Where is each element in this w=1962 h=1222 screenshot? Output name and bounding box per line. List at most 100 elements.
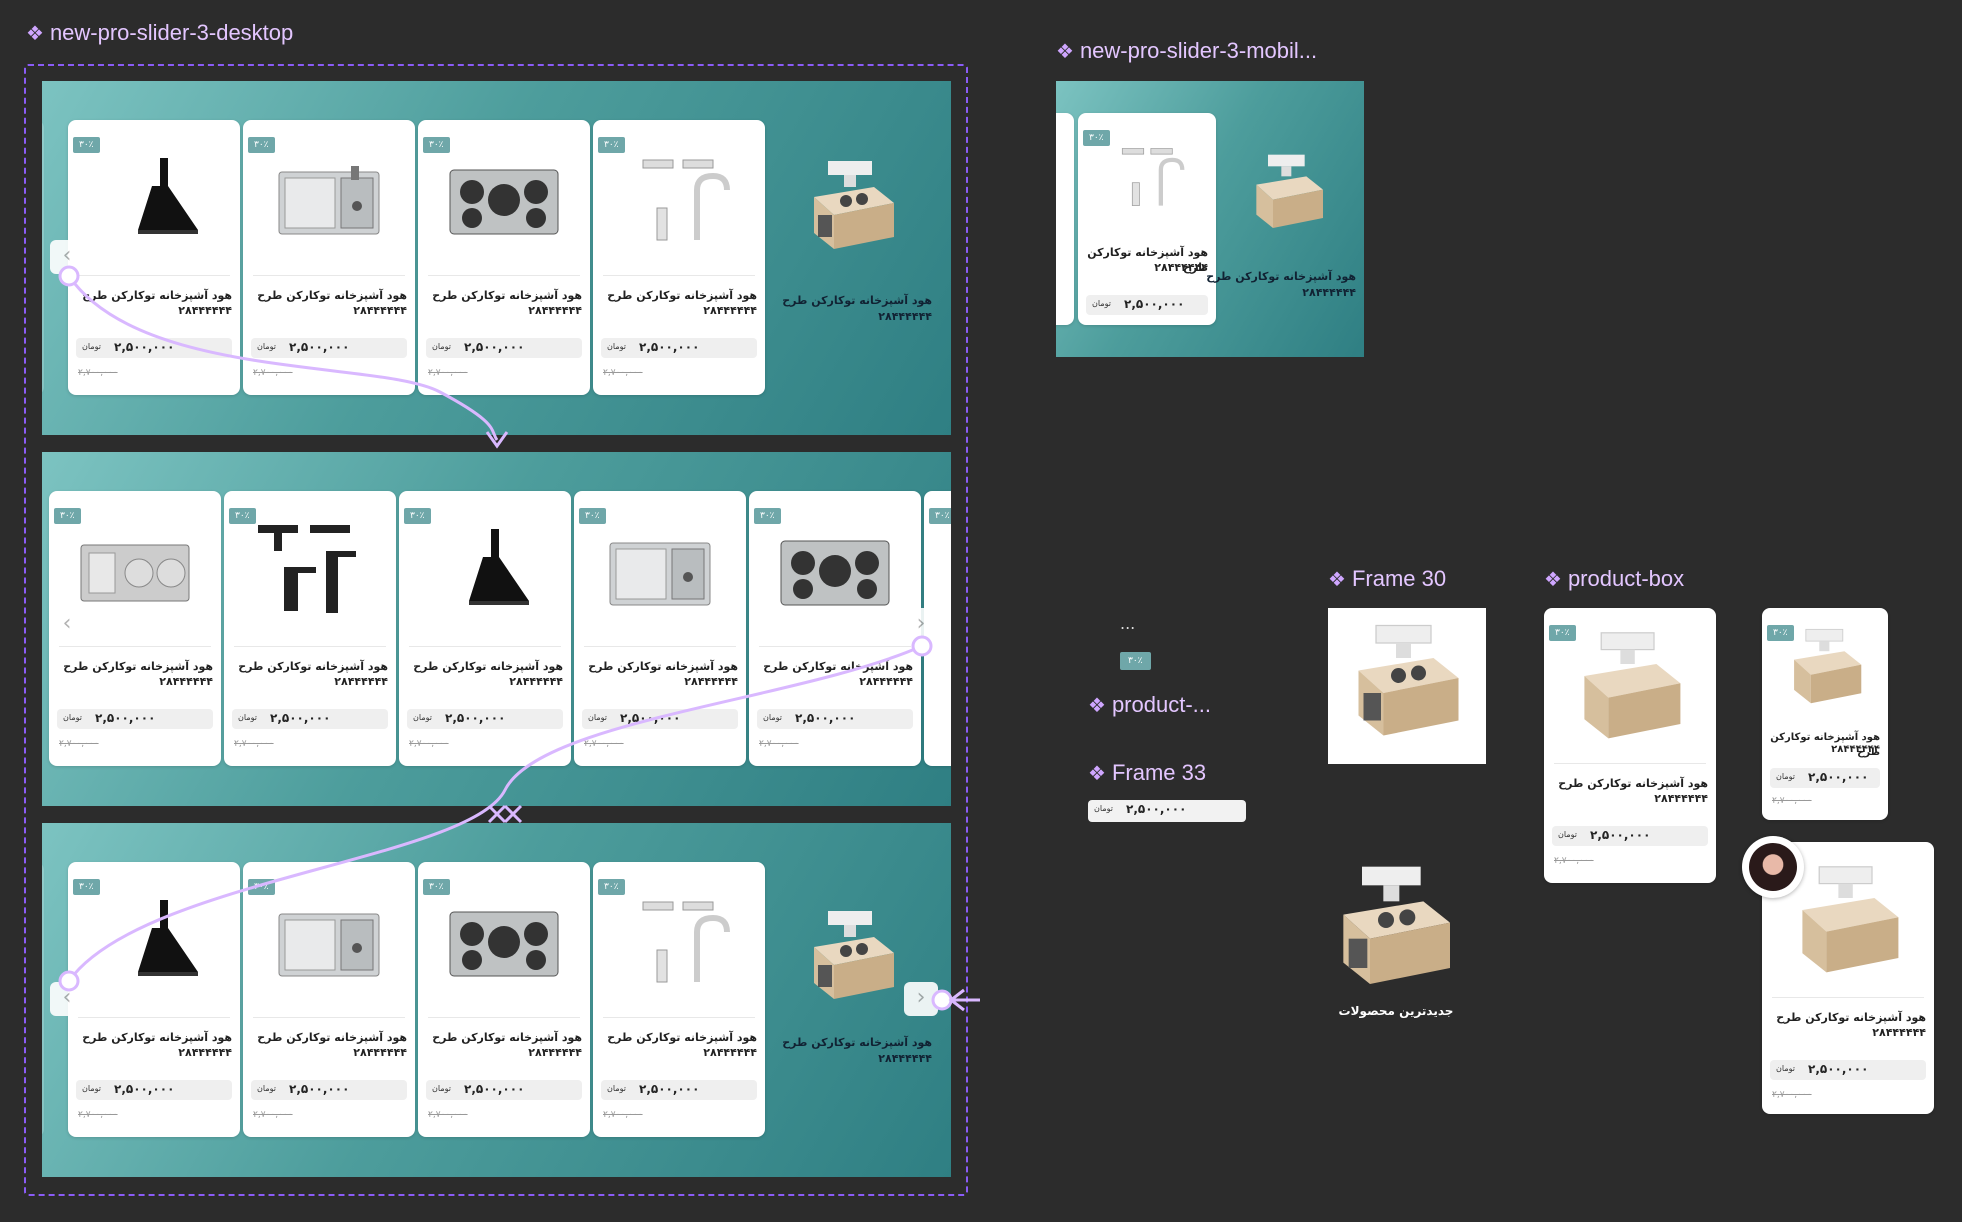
currency-label: تومان — [1776, 1064, 1795, 1073]
discount-badge: ۳۰٪ — [73, 137, 100, 153]
old-price: ۲,۷۰۰,۰۰۰ — [234, 739, 274, 749]
currency-label: تومان — [607, 342, 626, 351]
price-value: ۲,۵۰۰,۰۰۰ — [639, 1082, 700, 1096]
card-divider — [603, 275, 755, 276]
frame33-price-box[interactable]: تومان ۲,۵۰۰,۰۰۰ — [1088, 800, 1246, 822]
old-price: ۲,۷۰۰,۰۰۰ — [584, 739, 624, 749]
desktop-frame-label[interactable]: ❖ new-pro-slider-3-desktop — [26, 20, 293, 46]
sink-icon — [609, 542, 711, 606]
currency-label: تومان — [763, 713, 782, 722]
currency-label: تومان — [1776, 772, 1795, 781]
price-box: تومان ۲,۵۰۰,۰۰۰ — [232, 709, 388, 729]
product-dots-label[interactable]: ❖ product-... — [1088, 692, 1211, 718]
kitchen-island-icon — [814, 161, 894, 249]
old-price: ۲,۷۰۰,۰۰۰ — [253, 368, 293, 378]
mixer-tap-icon — [258, 525, 356, 613]
frame30-thumb[interactable] — [1328, 608, 1486, 764]
card-divider — [59, 646, 211, 647]
product-card[interactable]: ۳۰٪ هود آشپزخانه توکارکن طرح ۲۸۴۴۴۴۴۴ تو… — [574, 491, 746, 766]
double-sink-icon — [80, 544, 190, 602]
product-card[interactable]: ۳۰٪ هود آشپزخانه توکارکن طرح ۲۸۴۴۴۴۴۴ تو… — [68, 120, 240, 395]
product-box-small[interactable]: ۳۰٪ هود آشپزخانه توکارکن طرح ۲۸۴۴۴۴۴۴ تو… — [1762, 608, 1888, 820]
hero-code: ۲۸۴۴۴۴۴۴ — [878, 1052, 932, 1065]
prev-button[interactable]: ‹ — [50, 982, 84, 1016]
hero-title: هود آشپزخانه توکارکن طرح — [782, 294, 932, 307]
price-box: تومان ۲,۵۰۰,۰۰۰ — [582, 709, 738, 729]
product-card-partial[interactable] — [42, 120, 44, 395]
discount-badge: ۳۰٪ — [248, 879, 275, 895]
newest-products-label: جدیدترین محصولات — [1338, 1004, 1454, 1018]
currency-label: تومان — [63, 713, 82, 722]
slider-row-2: ۳۰٪ هود آشپزخانه توکارکن طرح ۲۸۴۴۴۴۴۴ تو… — [42, 452, 951, 806]
frame30-label[interactable]: ❖ Frame 30 — [1328, 566, 1446, 592]
kitchen-island-icon — [1343, 866, 1450, 984]
product-title: هود آشپزخانه توکارکن طرح — [1558, 777, 1708, 790]
price-value: ۲,۵۰۰,۰۰۰ — [445, 711, 506, 725]
price-value: ۲,۵۰۰,۰۰۰ — [95, 711, 156, 725]
kitchen-island-icon — [814, 911, 894, 999]
currency-label: تومان — [432, 1084, 451, 1093]
old-price: ۲,۷۰۰,۰۰۰ — [1772, 796, 1812, 806]
product-card[interactable]: ۳۰٪ هود آشپزخانه توکارکن طرح ۲۸۴۴۴۴۴۴ تو… — [399, 491, 571, 766]
faucet-set-icon — [642, 159, 730, 241]
product-card[interactable]: ۳۰٪ هود آشپزخانه توکارکن طرح ۲۸۴۴۴۴۴۴ تو… — [749, 491, 921, 766]
product-card[interactable]: ۳۰٪ هود آشپزخانه توکارکن طرح ۲۸۴۴۴۴۴۴ تو… — [243, 862, 415, 1137]
product-box-large[interactable]: ۳۰٪ هود آشپزخانه توکارکن طرح ۲۸۴۴۴۴۴۴ تو… — [1544, 608, 1716, 883]
prev-button[interactable]: ‹ — [50, 608, 84, 642]
component-icon: ❖ — [1088, 762, 1106, 785]
discount-badge: ۳۰٪ — [1083, 130, 1110, 146]
product-code: ۲۸۴۴۴۴۴۴ — [1654, 792, 1708, 805]
next-button[interactable]: › — [904, 608, 938, 642]
product-card[interactable]: ۳۰٪ هود آشپزخانه توکارکن طرح ۲۸۴۴۴۴۴۴ تو… — [1078, 113, 1216, 325]
product-code: ۲۸۴۴۴۴۴۴ — [528, 304, 582, 317]
prev-button[interactable]: ‹ — [50, 240, 84, 274]
price-value: ۲,۵۰۰,۰۰۰ — [114, 340, 175, 354]
currency-label: تومان — [1094, 804, 1113, 813]
product-card[interactable]: ۳۰٪ هود آشپزخانه توکارکن طرح ۲۸۴۴۴۴۴۴ تو… — [224, 491, 396, 766]
price-box: تومان ۲,۵۰۰,۰۰۰ — [1552, 826, 1708, 846]
discount-badge-component[interactable]: ۳۰٪ — [1120, 652, 1151, 670]
next-button[interactable]: › — [904, 982, 938, 1016]
hero-title: هود آشپزخانه توکارکن طرح — [782, 1036, 932, 1049]
product-code: ۲۸۴۴۴۴۴۴ — [1831, 744, 1880, 755]
price-box: تومان ۲,۵۰۰,۰۰۰ — [407, 709, 563, 729]
sink-icon — [278, 913, 380, 977]
currency-label: تومان — [588, 713, 607, 722]
price-value: ۲,۵۰۰,۰۰۰ — [1590, 828, 1651, 842]
price-value: ۲,۵۰۰,۰۰۰ — [289, 340, 350, 354]
kitchen-island-icon — [1802, 866, 1899, 973]
desktop-frame-title: new-pro-slider-3-desktop — [49, 20, 294, 45]
price-box: تومان ۲,۵۰۰,۰۰۰ — [601, 1080, 757, 1100]
card-divider — [78, 275, 230, 276]
currency-label: تومان — [1092, 299, 1111, 308]
faucet-set-icon — [642, 901, 730, 983]
card-divider — [759, 646, 911, 647]
product-card-partial[interactable] — [1056, 113, 1074, 325]
product-card[interactable]: ۳۰٪ هود آشپزخانه توکارکن طرح ۲۸۴۴۴۴۴۴ تو… — [418, 120, 590, 395]
old-price: ۲,۷۰۰,۰۰۰ — [78, 1110, 118, 1120]
discount-badge: ۳۰٪ — [423, 137, 450, 153]
product-card[interactable]: ۳۰٪ هود آشپزخانه توکارکن طرح ۲۸۴۴۴۴۴۴ تو… — [593, 862, 765, 1137]
mobile-frame-label[interactable]: ❖ new-pro-slider-3-mobil... — [1056, 38, 1317, 64]
avatar[interactable] — [1742, 836, 1804, 898]
kitchen-island-icon — [1794, 628, 1862, 704]
chevron-right-icon: › — [916, 985, 926, 1010]
component-icon: ❖ — [1088, 694, 1106, 717]
mobile-frame-title: new-pro-slider-3-mobil... — [1079, 38, 1318, 63]
currency-label: تومان — [257, 1084, 276, 1093]
product-title: هود آشپزخانه توکارکن طرح — [1776, 1011, 1926, 1024]
product-card[interactable]: ۳۰٪ هود آشپزخانه توکارکن طرح ۲۸۴۴۴۴۴۴ تو… — [593, 120, 765, 395]
old-price: ۲,۷۰۰,۰۰۰ — [78, 368, 118, 378]
product-title: هود آشپزخانه توکارکن طرح — [588, 660, 738, 673]
product-card[interactable]: ۳۰٪ هود آشپزخانه توکارکن طرح ۲۸۴۴۴۴۴۴ تو… — [418, 862, 590, 1137]
card-divider — [1554, 763, 1706, 764]
hero-title: هود آشپزخانه توکارکن طرح — [1206, 270, 1356, 283]
product-card[interactable]: ۳۰٪ هود آشپزخانه توکارکن طرح ۲۸۴۴۴۴۴۴ تو… — [68, 862, 240, 1137]
discount-badge: ۳۰٪ — [404, 508, 431, 524]
product-card[interactable]: ۳۰٪ هود آشپزخانه توکارکن طرح ۲۸۴۴۴۴۴۴ تو… — [243, 120, 415, 395]
product-card-partial[interactable] — [42, 862, 44, 1137]
discount-badge: ۳۰٪ — [229, 508, 256, 524]
price-value: ۲,۵۰۰,۰۰۰ — [795, 711, 856, 725]
productbox-label[interactable]: ❖ product-box — [1544, 566, 1684, 592]
frame33-label[interactable]: ❖ Frame 33 — [1088, 760, 1206, 786]
